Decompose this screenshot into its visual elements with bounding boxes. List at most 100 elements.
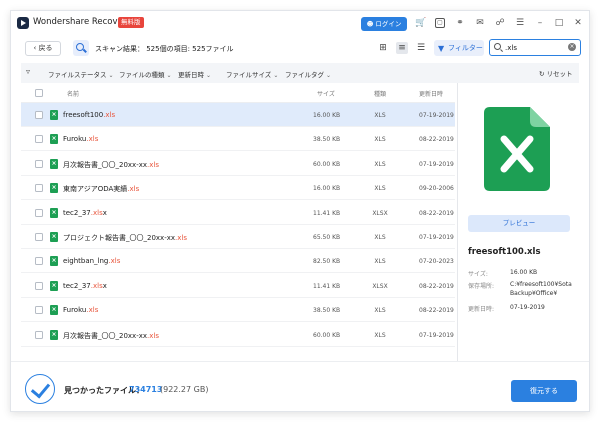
- row-checkbox[interactable]: [35, 330, 43, 339]
- file-type: XLS: [374, 136, 386, 144]
- table-row[interactable]: × プロジェクト報告書_〇〇_20xx-xx.xls 65.50 KB XLS 07-1…: [21, 225, 455, 249]
- row-checkbox[interactable]: [35, 233, 43, 241]
- filter-label: ファイルサイズ: [226, 71, 272, 79]
- filter-file-status[interactable]: ファイルステータス ⌄: [48, 69, 114, 79]
- filter-label: ファイルの種類: [119, 71, 165, 79]
- date-label: 更新日時:: [468, 306, 495, 313]
- file-size: 60.00 KB: [313, 160, 341, 168]
- file-date: 08-22-2019: [419, 209, 454, 217]
- table-row[interactable]: × tec2_37.xlsx 11.41 KB XLSX 08-22-2019: [21, 201, 455, 225]
- row-checkbox[interactable]: [35, 184, 43, 193]
- clear-search-icon[interactable]: ×: [568, 43, 576, 51]
- row-checkbox[interactable]: [35, 306, 43, 315]
- header-type[interactable]: 種類: [374, 89, 386, 98]
- excel-file-icon: ×: [50, 158, 58, 169]
- header-size[interactable]: サイズ: [317, 89, 335, 98]
- file-base-name: Furoku: [63, 306, 87, 315]
- reset-icon: ↻: [539, 70, 545, 78]
- preview-panel: プレビュー freesoft100.xls サイズ: 16.00 KB 保存場所…: [457, 83, 581, 361]
- file-table: 名前 サイズ 種類 更新日時 × freesoft100.xls 16.00 KB X…: [21, 83, 455, 361]
- file-size: 11.41 KB: [313, 282, 341, 290]
- filter-file-size[interactable]: ファイルサイズ ⌄: [226, 69, 278, 79]
- maximize-icon[interactable]: □: [554, 18, 564, 28]
- excel-file-icon: ×: [50, 329, 58, 340]
- detail-view-icon[interactable]: ☰: [415, 42, 427, 54]
- mail-icon[interactable]: ✉: [475, 18, 485, 28]
- back-button[interactable]: ‹ 戻る: [25, 41, 61, 56]
- file-extension: .xls: [103, 111, 116, 119]
- row-checkbox[interactable]: [35, 208, 43, 217]
- excel-file-icon: ×: [50, 183, 58, 194]
- settings-icon[interactable]: ☍: [495, 18, 505, 28]
- table-row[interactable]: × 月次報告書_〇〇_20xx-xx.xls 60.00 KB XLS 07-19-20…: [21, 152, 455, 176]
- row-checkbox[interactable]: [35, 135, 43, 144]
- gift-icon[interactable]: ▢: [435, 18, 445, 28]
- excel-file-icon: ×: [50, 110, 58, 120]
- search-icon: [494, 43, 501, 50]
- file-extension: .xls: [86, 135, 99, 144]
- file-extension: .xls: [147, 160, 159, 169]
- list-view-icon[interactable]: ≡: [396, 42, 408, 54]
- app-window: Wondershare Recoverit 無料版 ☻ ログイン 🛒 ▢ ⚭ ✉…: [10, 10, 590, 412]
- headset-icon[interactable]: ⚭: [455, 18, 465, 28]
- file-type: XLS: [374, 234, 386, 241]
- found-files-count: 734713: [129, 385, 163, 394]
- table-row[interactable]: × 月次報告書_〇〇_20xx-xx.xls 60.00 KB XLS 07-19-20…: [21, 323, 455, 347]
- table-row[interactable]: × Furoku.xls 38.50 KB XLS 08-22-2019: [21, 298, 455, 323]
- file-extension: .xls: [175, 234, 187, 242]
- row-checkbox[interactable]: [35, 159, 43, 168]
- table-row[interactable]: × 東南アジアODA実績.xls 16.00 KB XLS 09-20-2006: [21, 176, 455, 201]
- back-label: 戻る: [38, 44, 53, 52]
- preview-file-name: freesoft100.xls: [468, 247, 541, 257]
- grid-view-icon[interactable]: ⊞: [377, 42, 389, 54]
- file-type: XLS: [374, 331, 386, 339]
- login-button[interactable]: ☻ ログイン: [361, 17, 407, 31]
- excel-file-icon: ×: [50, 305, 58, 316]
- filter-file-tag[interactable]: ファイルタグ ⌄: [285, 69, 331, 79]
- table-row[interactable]: × eightban_lng.xls 82.50 KB XLS 07-20-2023: [21, 249, 455, 274]
- minimize-icon[interactable]: –: [535, 18, 545, 28]
- filter-button[interactable]: ▼ フィルター: [434, 40, 484, 56]
- reset-button[interactable]: ↻ リセット: [539, 68, 573, 78]
- reset-label: リセット: [546, 70, 573, 78]
- file-extension: .xls: [147, 331, 159, 340]
- file-name: 月次報告書_〇〇_20xx-xx.xls: [63, 160, 159, 170]
- row-checkbox[interactable]: [35, 281, 43, 290]
- row-checkbox[interactable]: [35, 111, 43, 119]
- file-base-name: tec2_37: [63, 208, 91, 217]
- found-files-size: (922.27 GB): [160, 385, 209, 394]
- close-icon[interactable]: ✕: [573, 18, 583, 28]
- file-date: 07-19-2019: [419, 234, 454, 241]
- table-row[interactable]: × Furoku.xls 38.50 KB XLS 08-22-2019: [21, 127, 455, 152]
- file-name: tec2_37.xlsx: [63, 282, 107, 290]
- header-date[interactable]: 更新日時: [419, 89, 443, 98]
- file-date: 08-22-2019: [419, 282, 454, 290]
- recover-button[interactable]: 復元する: [511, 380, 577, 402]
- row-checkbox[interactable]: [35, 257, 43, 266]
- file-base-name: 月次報告書_〇〇_20xx-xx: [63, 160, 148, 169]
- file-extension: .xls: [90, 281, 103, 290]
- menu-icon[interactable]: ☰: [515, 18, 525, 28]
- preview-button[interactable]: プレビュー: [468, 215, 570, 232]
- header-name[interactable]: 名前: [67, 89, 79, 98]
- file-name: 東南アジアODA実績.xls: [63, 184, 139, 194]
- search-input[interactable]: [505, 42, 563, 53]
- filter-modified-date[interactable]: 更新日時 ⌄: [178, 69, 211, 79]
- scan-complete-check-icon: [25, 374, 55, 404]
- file-date: 08-22-2019: [419, 307, 454, 315]
- table-row[interactable]: × tec2_37.xlsx 11.41 KB XLSX 08-22-2019: [21, 274, 455, 298]
- file-name: Furoku.xls: [63, 135, 98, 143]
- file-extension: .xls: [127, 185, 140, 194]
- excel-file-icon: ×: [50, 280, 58, 291]
- cart-icon[interactable]: 🛒: [415, 18, 426, 28]
- table-row[interactable]: × freesoft100.xls 16.00 KB XLS 07-19-2019: [21, 103, 455, 127]
- chevron-down-icon: ⌄: [273, 72, 279, 79]
- select-all-checkbox[interactable]: [35, 89, 43, 97]
- date-value: 07-19-2019: [510, 304, 545, 311]
- file-extension-suffix: x: [102, 208, 107, 217]
- file-name: プロジェクト報告書_〇〇_20xx-xx.xls: [63, 233, 187, 243]
- search-box[interactable]: ×: [489, 39, 581, 56]
- filter-file-type[interactable]: ファイルの種類 ⌄: [119, 69, 172, 79]
- file-name: tec2_37.xlsx: [63, 209, 107, 217]
- edition-badge: 無料版: [118, 17, 144, 28]
